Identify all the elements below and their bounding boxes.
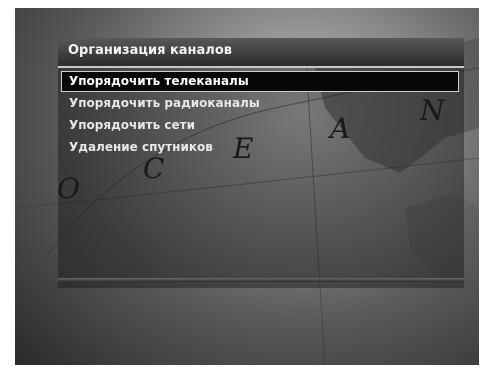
channel-organization-panel: Организация каналов Упорядочить телекана… — [58, 38, 464, 288]
menu-list: Упорядочить телеканалы Упорядочить радио… — [58, 71, 464, 159]
menu-item-sort-tv-channels[interactable]: Упорядочить телеканалы — [61, 71, 459, 92]
menu-item-label: Упорядочить радиоканалы — [69, 96, 260, 110]
menu-item-label: Упорядочить телеканалы — [69, 74, 249, 88]
menu-item-sort-radio-channels[interactable]: Упорядочить радиоканалы — [61, 93, 459, 114]
tv-screen: O C E A N Организация каналов Упорядочит… — [15, 8, 479, 365]
panel-title-bar: Организация каналов — [58, 38, 464, 68]
panel-bottom-divider — [58, 278, 464, 282]
menu-item-delete-satellites[interactable]: Удаление спутников — [61, 137, 459, 158]
panel-title: Организация каналов — [68, 43, 232, 58]
menu-item-label: Удаление спутников — [69, 140, 213, 154]
menu-item-label: Упорядочить сети — [69, 118, 195, 132]
menu-item-sort-networks[interactable]: Упорядочить сети — [61, 115, 459, 136]
